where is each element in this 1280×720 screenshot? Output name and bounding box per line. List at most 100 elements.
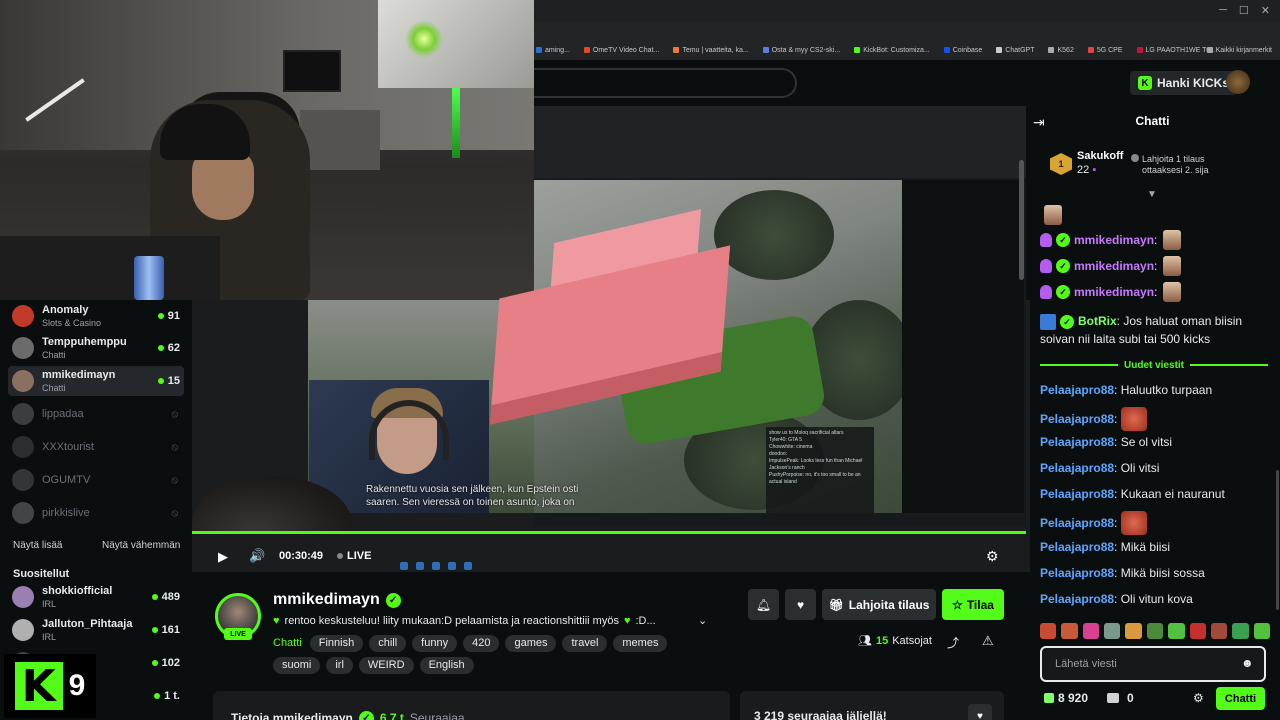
tag-chip[interactable]: suomi xyxy=(273,657,321,674)
play-icon[interactable]: ▶ xyxy=(218,549,232,565)
chat-username[interactable]: Pelaajapro88 xyxy=(1040,590,1114,608)
emote-icon[interactable] xyxy=(1146,623,1164,639)
gift-count[interactable]: 0 xyxy=(1107,691,1134,705)
get-kicks-button[interactable]: K Hanki KICKs xyxy=(1130,71,1238,95)
bookmark-item[interactable]: ChatGPT xyxy=(996,47,1034,54)
chat-username[interactable]: Pelaajapro88 xyxy=(1040,381,1114,399)
chat-input[interactable] xyxy=(1040,646,1266,682)
volume-icon[interactable]: 🔊 xyxy=(249,548,267,564)
tag-chip[interactable]: English xyxy=(419,657,474,674)
emote-icon[interactable] xyxy=(1232,623,1249,639)
chat-username[interactable]: mmikedimayn xyxy=(1074,231,1154,249)
emote-icon[interactable] xyxy=(1253,623,1270,639)
gift-sub-button[interactable]: 🎁︎ Lahjoita tilaus xyxy=(822,589,936,620)
chat-username[interactable]: Pelaajapro88 xyxy=(1040,514,1114,532)
bookmark-item[interactable]: aming... xyxy=(536,47,570,54)
live-dot-icon xyxy=(337,553,343,559)
viewer-count: 102 xyxy=(151,657,180,669)
collapse-chat-icon[interactable]: ⇥ xyxy=(1033,114,1045,131)
chat-username[interactable]: Pelaajapro88 xyxy=(1040,564,1114,582)
streamer-name[interactable]: mmikedimayn ✓ xyxy=(273,591,401,609)
tag-chip[interactable]: travel xyxy=(562,634,608,652)
tag-chip[interactable]: Finnish xyxy=(309,634,364,652)
sidebar-channel[interactable]: Anomaly Slots & Casino 91 xyxy=(8,301,184,331)
bookmarks-folder[interactable]: Kaikki kirjanmerkit xyxy=(1206,47,1272,54)
emote-icon[interactable] xyxy=(1210,623,1228,639)
bookmark-item[interactable]: 5G CPE xyxy=(1087,47,1123,54)
tag-chip[interactable]: games xyxy=(505,634,557,652)
notification-bell-button[interactable]: 🔔︎ xyxy=(748,589,779,620)
emote-icon[interactable] xyxy=(1168,623,1185,639)
maximize-icon[interactable]: ☐ xyxy=(1239,4,1249,17)
chat-username[interactable]: Pelaajapro88 xyxy=(1040,459,1114,477)
recommended-channel[interactable]: Jalluton_Pihtaaja IRL 161 xyxy=(8,615,184,645)
chat-username[interactable]: Pelaajapro88 xyxy=(1040,410,1114,428)
close-icon[interactable]: ✕ xyxy=(1261,4,1270,17)
channel-text: mmikedimayn Chatti xyxy=(42,369,158,394)
emote-icon[interactable] xyxy=(1061,623,1078,639)
user-avatar[interactable] xyxy=(1226,70,1250,94)
emote-icon[interactable] xyxy=(1189,623,1206,639)
sidebar-channel[interactable]: XXXtourist ⦸ xyxy=(8,432,184,462)
emote-icon[interactable] xyxy=(1125,623,1142,639)
subscribe-button[interactable]: ☆ Tilaa xyxy=(942,589,1004,620)
top-gifter[interactable]: 1 Sakukoff 22 ▪ xyxy=(1050,150,1123,178)
follow-heart-button[interactable]: ♥ xyxy=(785,589,816,620)
gifter-count: 22 ▪ xyxy=(1077,164,1097,176)
emoji-icon[interactable]: ☻ xyxy=(1241,656,1254,670)
tag-chip[interactable]: funny xyxy=(412,634,458,652)
chat-scrollbar[interactable] xyxy=(1276,470,1279,610)
sidebar-channel[interactable]: OGUMTV ⦸ xyxy=(8,465,184,495)
emote-icon[interactable] xyxy=(1082,623,1100,639)
gift-leaderboard-note[interactable]: Lahjoita 1 tilaus ottaaksesi 2. sija xyxy=(1131,154,1237,176)
tag-chip[interactable]: chill xyxy=(369,634,407,652)
sidebar-channel[interactable]: Temppuhemppu Chatti 62 xyxy=(8,333,184,363)
chat-settings-gear-icon[interactable]: ⚙ xyxy=(1193,691,1204,705)
tag-chip[interactable]: irl xyxy=(326,657,353,674)
sidebar-channel[interactable]: mmikedimayn Chatti 15 xyxy=(8,366,184,396)
chevron-down-icon[interactable]: ⌄ xyxy=(698,614,707,627)
live-indicator[interactable]: LIVE xyxy=(337,550,371,562)
bookmark-item[interactable]: Coinbase xyxy=(943,47,982,54)
chat-send-button[interactable]: Chatti xyxy=(1216,687,1265,710)
channel-name: Temppuhemppu xyxy=(42,335,127,348)
viewer-number: 102 xyxy=(161,657,180,669)
share-icon[interactable]: ⤴ xyxy=(947,634,959,651)
channel-points[interactable]: 8 920 xyxy=(1044,691,1088,705)
chat-username[interactable]: mmikedimayn xyxy=(1074,257,1154,275)
chat-username[interactable]: Pelaajapro88 xyxy=(1040,485,1114,503)
bookmark-item[interactable]: K562 xyxy=(1048,47,1074,54)
bookmark-item[interactable]: OmeTV Video Chat... xyxy=(583,47,659,54)
bookmark-item[interactable]: Temu | vaatteita, ka... xyxy=(673,47,749,54)
bookmark-favicon-icon xyxy=(1136,47,1143,53)
recommended-channel[interactable]: shokkiofficial IRL 489 xyxy=(8,582,184,612)
show-more-link[interactable]: Näytä lisää xyxy=(13,540,62,551)
chat-username[interactable]: Pelaajapro88 xyxy=(1040,538,1114,556)
follow-goal-heart-button[interactable]: ♥ xyxy=(968,704,992,720)
report-icon[interactable]: ⚠ xyxy=(982,633,994,649)
channel-category: IRL xyxy=(42,598,57,609)
sidebar-channel[interactable]: lippadaa ⦸ xyxy=(8,399,184,429)
tag-chip[interactable]: memes xyxy=(613,634,668,652)
viewer-count: 161 xyxy=(151,624,180,636)
tag-chip[interactable]: 420 xyxy=(463,634,500,652)
show-less-link[interactable]: Näytä vähemmän xyxy=(102,540,180,551)
category-link[interactable]: Chatti xyxy=(273,634,302,652)
chat-username[interactable]: mmikedimayn xyxy=(1074,283,1154,301)
bookmark-item[interactable]: LG PAAOTH1WE Tu... xyxy=(1136,47,1216,54)
pinned-icon[interactable]: ▼ xyxy=(1147,189,1157,200)
bookmark-item[interactable]: Osta & myy CS2-ski... xyxy=(762,47,840,54)
minimize-icon[interactable]: ─ xyxy=(1219,4,1227,17)
sidebar-channel[interactable]: pirkkislive ⦸ xyxy=(8,498,184,528)
emote-icon[interactable] xyxy=(1040,623,1057,639)
mic-badge-icon xyxy=(1040,233,1052,247)
embedded-chat-line: ImpulsePeak: Looks less fun than Michael… xyxy=(769,458,863,471)
search-input[interactable] xyxy=(530,68,797,98)
emote-icon[interactable] xyxy=(1104,623,1121,639)
verified-icon: ✓ xyxy=(358,711,374,720)
tag-chip[interactable]: WEIRD xyxy=(358,657,414,674)
chat-username[interactable]: Pelaajapro88 xyxy=(1040,433,1114,451)
chat-message-field[interactable] xyxy=(1042,648,1264,680)
settings-gear-icon[interactable]: ⚙ xyxy=(986,548,999,565)
bookmark-item[interactable]: KickBot: Customiza... xyxy=(854,47,930,54)
